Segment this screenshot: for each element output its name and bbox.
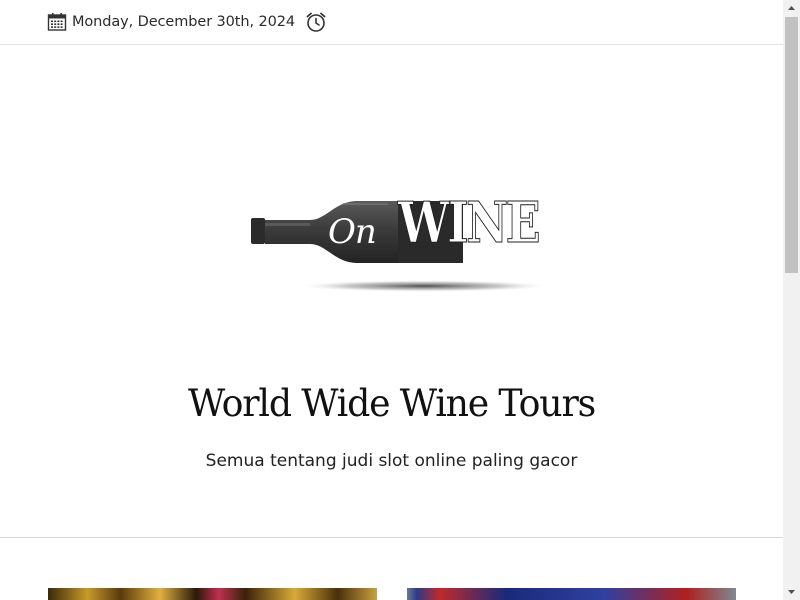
site-title[interactable]: World Wide Wine Tours [8,382,775,425]
site-logo[interactable]: On WINE [248,190,558,300]
scroll-down-arrow-icon[interactable] [783,583,800,600]
page: Monday, December 30th, 2024 On WINE Worl… [0,0,783,600]
calendar-icon [47,13,67,31]
post-thumbnail-right[interactable] [407,588,736,600]
alarm-clock-icon [306,12,326,32]
date-display: Monday, December 30th, 2024 [47,11,295,33]
post-thumbnail-left[interactable] [48,588,377,600]
header-divider [0,537,783,538]
site-tagline: Semua tentang judi slot online paling ga… [205,451,578,471]
scrollbar-thumb[interactable] [785,17,798,273]
current-date: Monday, December 30th, 2024 [72,14,296,30]
logo-word-text: WINE [398,190,541,256]
vertical-scrollbar[interactable] [783,0,800,600]
logo-script-text: On [328,212,377,252]
scroll-up-arrow-icon[interactable] [783,0,800,17]
top-bar: Monday, December 30th, 2024 [0,0,783,45]
